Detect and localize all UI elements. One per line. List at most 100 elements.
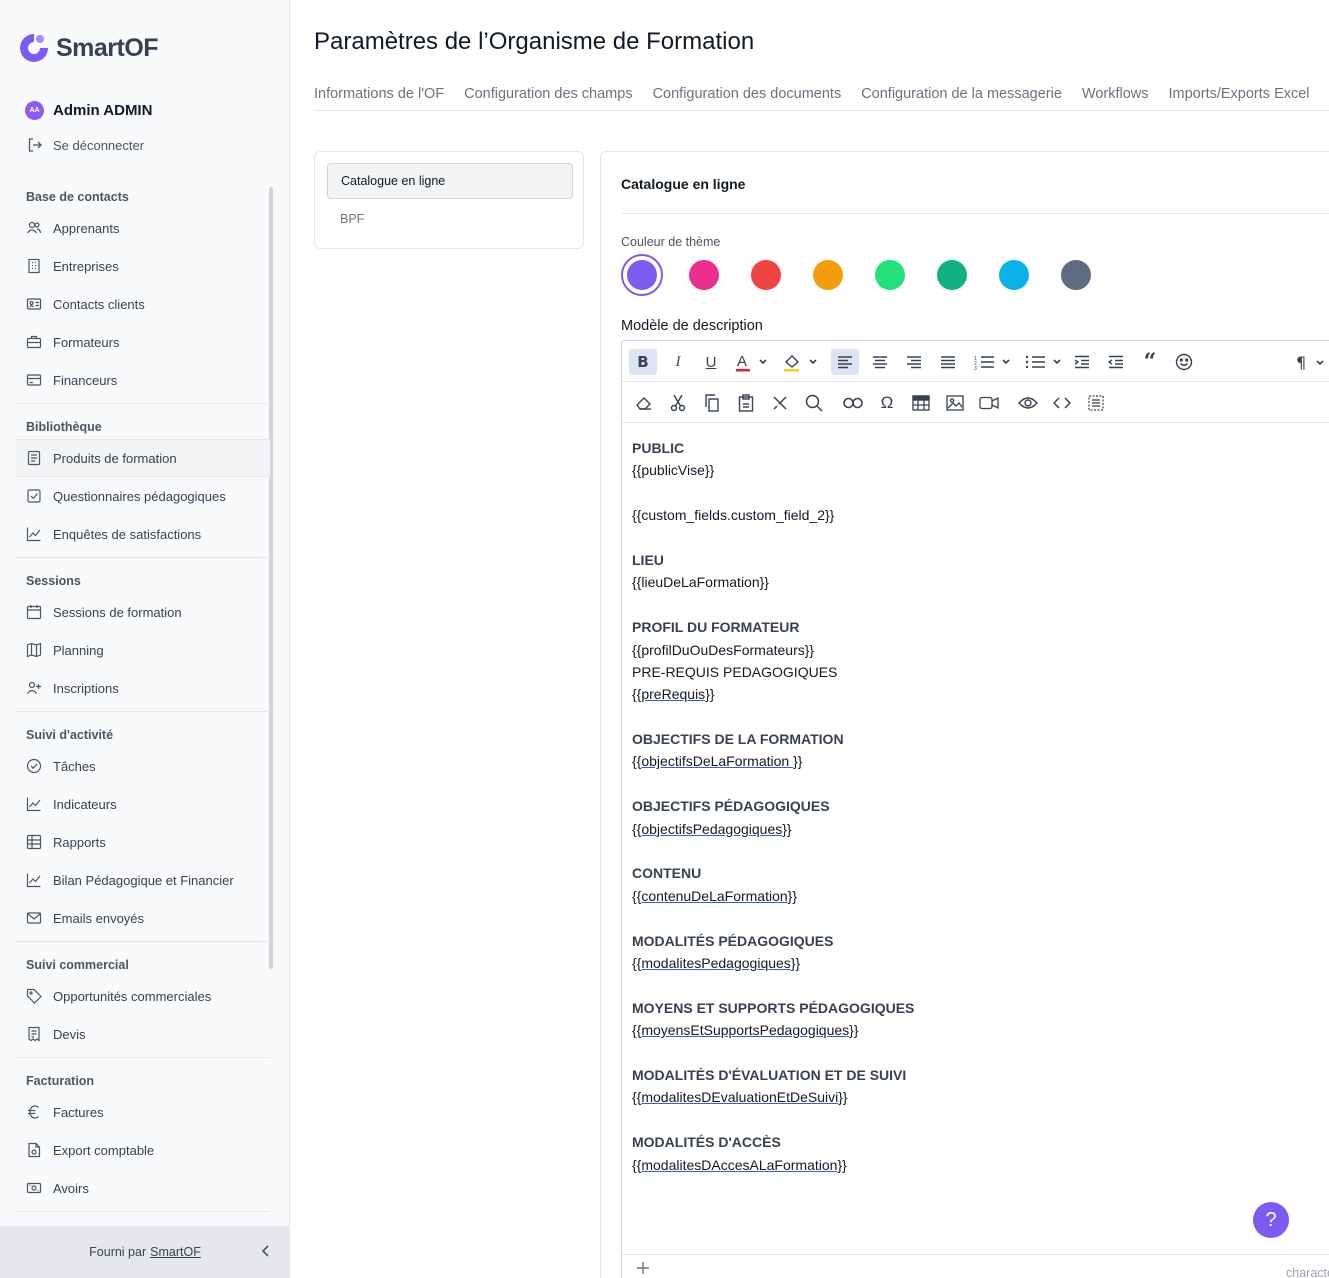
sidebar-item[interactable]: Sessions de formation xyxy=(16,593,270,631)
copy-icon xyxy=(705,394,719,412)
collapse-sidebar-button[interactable] xyxy=(260,1244,272,1261)
footer-link[interactable]: SmartOF xyxy=(150,1245,201,1259)
italic-button[interactable]: I xyxy=(664,349,692,375)
theme-color-swatch[interactable] xyxy=(689,260,719,290)
settings-tab[interactable]: Informations de l'OF xyxy=(314,86,444,110)
settings-tab[interactable]: Configuration des documents xyxy=(653,86,842,110)
sidebar-item[interactable]: Avoirs xyxy=(16,1169,270,1207)
sidebar-item[interactable]: Enquêtes de satisfactions xyxy=(16,515,270,553)
subnav-item-catalogue[interactable]: Catalogue en ligne xyxy=(327,163,573,199)
sidebar-item-label: Entreprises xyxy=(53,258,119,274)
paragraph-format-button[interactable]: ¶ xyxy=(1294,349,1329,375)
theme-color-swatch[interactable] xyxy=(937,260,967,290)
blockquote-button[interactable]: “ xyxy=(1136,349,1164,375)
numbered-list-button[interactable]: 123 xyxy=(974,349,1014,375)
sidebar-item[interactable]: Rapports xyxy=(16,823,270,861)
settings-tab[interactable]: Configuration des champs xyxy=(464,86,632,110)
nav-section: Base de contacts Apprenants Entreprises Con… xyxy=(16,182,270,404)
editor-line: MODALITÉS D'ÉVALUATION ET DE SUIVI xyxy=(632,1066,907,1083)
editor-line: {{profilDuOuDesFormateurs}} xyxy=(632,641,815,658)
sidebar-item[interactable]: Financeurs xyxy=(16,361,270,399)
sidebar-item[interactable]: Contacts clients xyxy=(16,285,270,323)
editor-line: {{objectifsPedagogiques}} xyxy=(632,820,792,837)
paragraph-icon: ¶ xyxy=(1296,353,1324,371)
underline-icon: U xyxy=(705,353,717,371)
user-profile[interactable]: AA Admin ADMIN xyxy=(25,101,152,120)
svg-text:3: 3 xyxy=(974,366,977,370)
bullet-list-button[interactable] xyxy=(1025,349,1065,375)
add-block-button[interactable] xyxy=(636,1261,650,1278)
align-center-button[interactable] xyxy=(866,349,894,375)
sidebar-item[interactable]: Devis xyxy=(16,1015,270,1053)
sidebar-item[interactable]: Tâches xyxy=(16,747,270,785)
settings-tab[interactable]: Workflows xyxy=(1082,86,1149,110)
sidebar-item[interactable]: Factures xyxy=(16,1093,270,1131)
preview-button[interactable] xyxy=(1014,390,1042,416)
align-left-button[interactable] xyxy=(831,349,859,375)
settings-tab[interactable]: Configuration de la messagerie xyxy=(861,86,1062,110)
sidebar-item[interactable]: Questionnaires pédagogiques xyxy=(16,477,270,515)
subnav-item-bpf[interactable]: BPF xyxy=(327,201,573,237)
editor-line: {{lieuDeLaFormation}} xyxy=(632,574,769,591)
insert-image-button[interactable] xyxy=(941,390,969,416)
sidebar-item[interactable]: Indicateurs xyxy=(16,785,270,823)
sidebar-item[interactable]: Entreprises xyxy=(16,247,270,285)
check-circle-icon xyxy=(26,758,42,774)
theme-color-swatch[interactable] xyxy=(999,260,1029,290)
align-right-button[interactable] xyxy=(900,349,928,375)
sidebar-item[interactable]: Opportunités commerciales xyxy=(16,977,270,1015)
theme-color-label: Couleur de thème xyxy=(621,235,721,249)
editor-toolbar-row-2: Ω xyxy=(622,382,1329,423)
source-code-button[interactable] xyxy=(1048,390,1076,416)
logout-button[interactable]: Se déconnecter xyxy=(27,137,144,153)
bold-icon: B xyxy=(637,353,649,371)
user-plus-icon xyxy=(27,681,41,694)
settings-tab[interactable]: Imports/Exports Excel xyxy=(1169,86,1310,110)
id-card-icon xyxy=(26,298,42,310)
sidebar-item[interactable]: Inscriptions xyxy=(16,669,270,707)
search-replace-button[interactable] xyxy=(800,390,828,416)
theme-color-swatch[interactable] xyxy=(875,260,905,290)
smartof-logo[interactable]: SmartOF xyxy=(16,30,159,66)
indent-button[interactable] xyxy=(1068,349,1096,375)
highlight-color-button[interactable] xyxy=(780,349,822,375)
sidebar-item[interactable]: Export comptable xyxy=(16,1131,270,1169)
insert-video-button[interactable] xyxy=(975,390,1003,416)
sidebar-item-label: Apprenants xyxy=(53,220,120,236)
select-all-icon xyxy=(1088,395,1104,411)
paste-button[interactable] xyxy=(732,390,760,416)
sidebar-item[interactable]: Produits de formation xyxy=(16,439,270,477)
copy-button[interactable] xyxy=(698,390,726,416)
insert-link-button[interactable] xyxy=(839,390,867,416)
highlight-icon xyxy=(784,355,817,372)
sidebar-item[interactable]: Formateurs xyxy=(16,323,270,361)
cut-button[interactable] xyxy=(664,390,692,416)
remove-format-button[interactable] xyxy=(766,390,794,416)
underline-button[interactable]: U xyxy=(697,349,725,375)
editor-line: PRE-REQUIS PEDAGOGIQUES xyxy=(632,663,838,680)
text-color-button[interactable]: A xyxy=(732,349,772,375)
editor-line: MODALITÉS PÉDAGOGIQUES xyxy=(632,932,834,949)
sidebar-item[interactable]: Bilan Pédagogique et Financier xyxy=(16,861,270,899)
sidebar-item[interactable]: Apprenants xyxy=(16,209,270,247)
bold-button[interactable]: B xyxy=(629,349,657,375)
insert-table-button[interactable] xyxy=(907,390,935,416)
theme-color-swatch[interactable] xyxy=(621,254,663,296)
theme-color-swatch[interactable] xyxy=(813,260,843,290)
editor-content[interactable]: PUBLIC {{publicVise}} {{custom_fields.cus… xyxy=(632,437,1329,1176)
outdent-button[interactable] xyxy=(1102,349,1130,375)
sidebar-item[interactable]: Planning xyxy=(16,631,270,669)
theme-color-swatch[interactable] xyxy=(751,260,781,290)
theme-color-swatch[interactable] xyxy=(1061,260,1091,290)
nav-section: Facturation Factures Export comptable Avoir… xyxy=(16,1066,270,1212)
select-all-button[interactable] xyxy=(1082,390,1110,416)
sidebar-item[interactable]: Emails envoyés xyxy=(16,899,270,937)
align-justify-button[interactable] xyxy=(934,349,962,375)
emoji-button[interactable] xyxy=(1170,349,1198,375)
clear-format-button[interactable] xyxy=(630,390,658,416)
nav-section-title: Suivi commercial xyxy=(26,958,129,972)
help-button[interactable]: ? xyxy=(1253,1202,1289,1238)
logo-text: SmartOF xyxy=(56,33,159,62)
special-char-button[interactable]: Ω xyxy=(873,390,901,416)
